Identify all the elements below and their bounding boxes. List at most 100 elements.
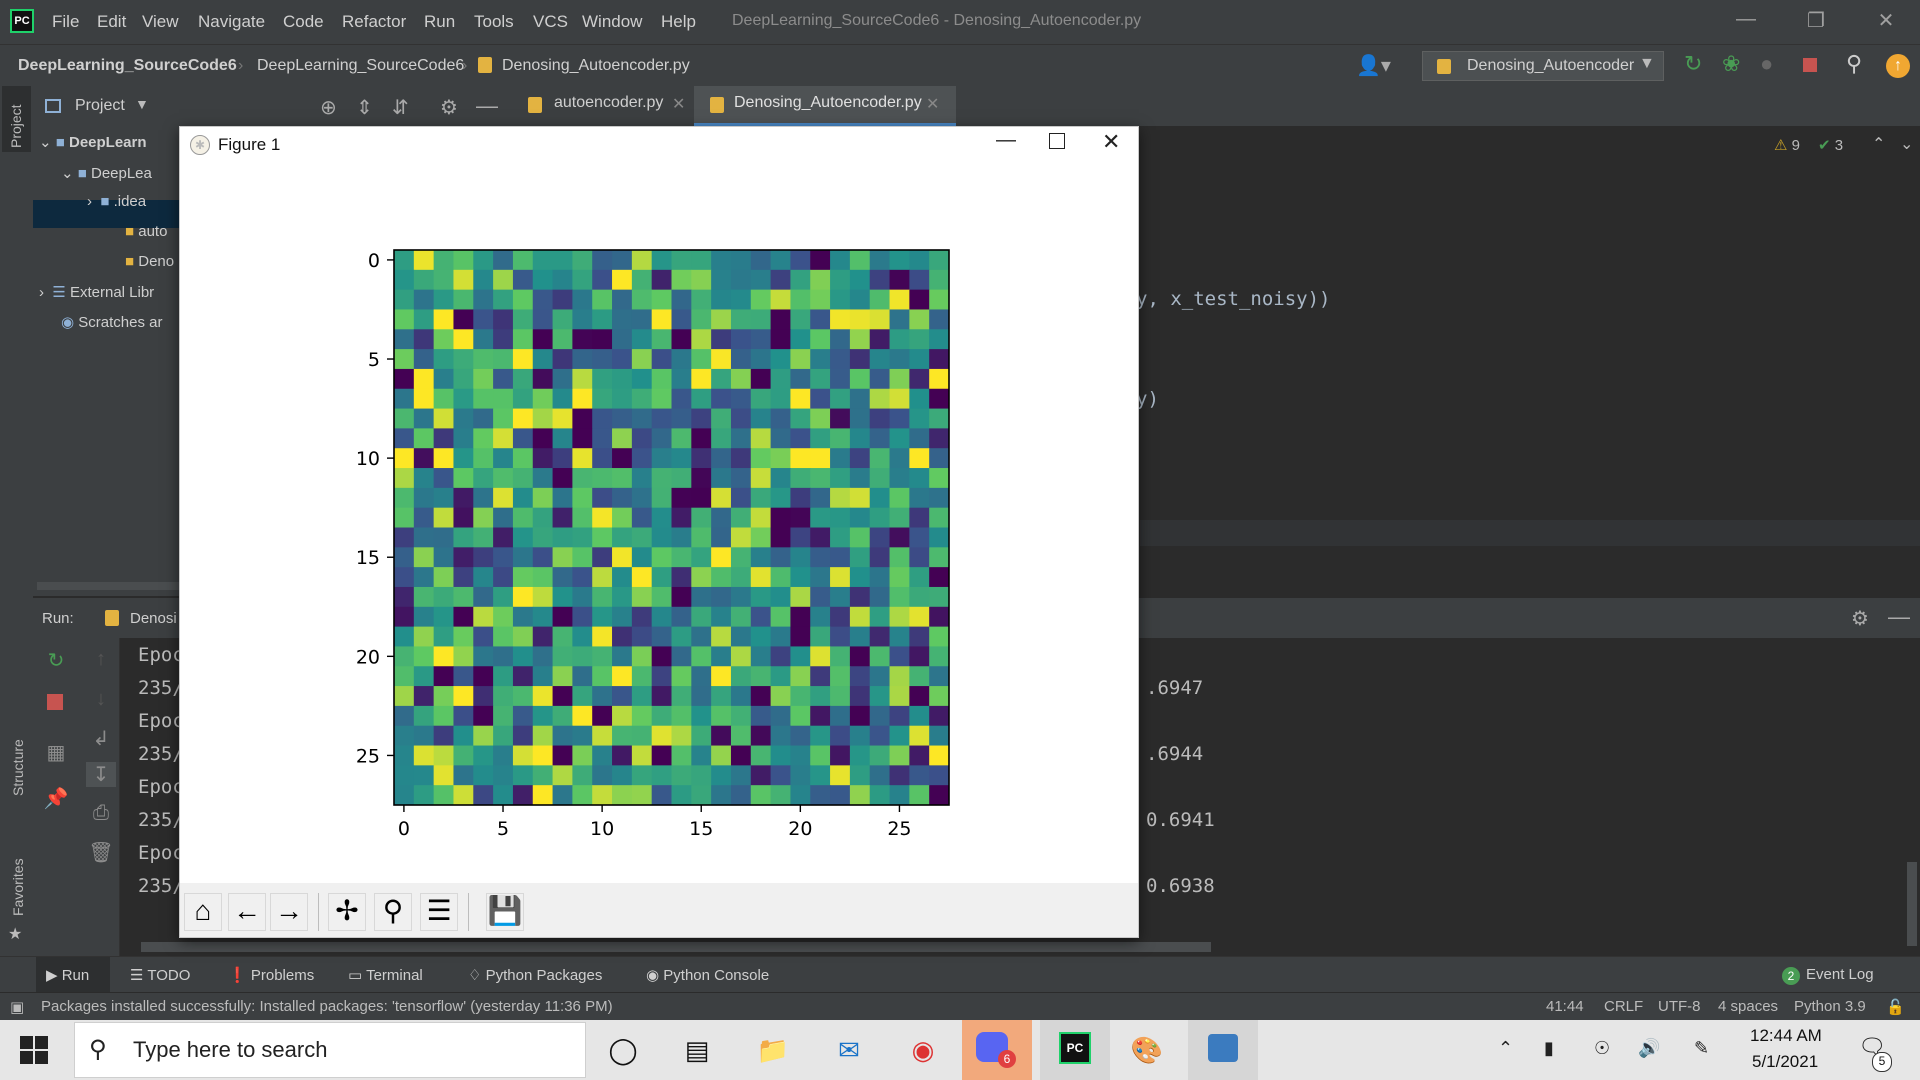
project-tool-tab[interactable]: Project bbox=[8, 104, 24, 148]
tab-todo[interactable]: ☰ TODO bbox=[130, 966, 190, 984]
debug-icon[interactable]: ❀ bbox=[1722, 51, 1740, 77]
rerun-icon[interactable]: ↻ bbox=[41, 648, 71, 673]
menu-navigate[interactable]: Navigate bbox=[198, 12, 265, 32]
search-icon[interactable]: ⚲ bbox=[1846, 51, 1862, 77]
pycharm-taskbar-button[interactable]: PC bbox=[1040, 1020, 1110, 1080]
battery-icon[interactable]: ▮ bbox=[1544, 1038, 1554, 1059]
wifi-icon[interactable]: ☉ bbox=[1594, 1038, 1610, 1059]
chrome-icon[interactable]: ◉ bbox=[902, 1030, 944, 1070]
menu-file[interactable]: File bbox=[52, 12, 79, 32]
menu-edit[interactable]: Edit bbox=[97, 12, 126, 32]
chevron-down-icon[interactable]: ▼ bbox=[135, 96, 149, 112]
heatmap-plot[interactable]: 0 5 10 15 20 25 0 5 10 15 20 25 bbox=[180, 163, 1138, 883]
tree-item-root[interactable]: ⌄ ■ DeepLearn bbox=[39, 133, 147, 151]
zoom-icon[interactable]: ⚲ bbox=[374, 893, 412, 931]
stop-icon[interactable] bbox=[1803, 58, 1817, 72]
tab-python-console[interactable]: ◉ Python Console bbox=[646, 966, 769, 984]
status-layout-icon[interactable]: ▣ bbox=[10, 998, 24, 1016]
lock-icon[interactable]: 🔓 bbox=[1886, 998, 1905, 1016]
configure-subplots-icon[interactable]: ☰ bbox=[420, 893, 458, 931]
tree-item-denosing[interactable]: ■ Deno bbox=[125, 253, 174, 270]
tab-denosing-active[interactable]: Denosing_Autoencoder.py ✕ bbox=[694, 86, 956, 126]
tab-problems[interactable]: ❗ Problems bbox=[228, 966, 314, 984]
run-config-selector[interactable]: Denosing_Autoencoder ▼ bbox=[1422, 51, 1664, 81]
favorites-tool-tab[interactable]: Favorites bbox=[10, 858, 26, 916]
locate-icon[interactable]: ⊕ bbox=[320, 95, 337, 120]
home-icon[interactable]: ⌂ bbox=[184, 893, 222, 931]
editor-horizontal-scrollbar[interactable] bbox=[1140, 520, 1920, 546]
volume-icon[interactable]: 🔊 bbox=[1638, 1038, 1660, 1059]
scroll-to-end-icon[interactable]: ↧ bbox=[86, 762, 116, 787]
menu-vcs[interactable]: VCS bbox=[533, 12, 568, 32]
soft-wrap-icon[interactable]: ↲ bbox=[86, 726, 116, 751]
menu-refactor[interactable]: Refactor bbox=[342, 12, 406, 32]
stop-icon[interactable] bbox=[47, 694, 63, 710]
forward-arrow-icon[interactable]: → bbox=[270, 893, 308, 931]
caret-position[interactable]: 41:44 bbox=[1546, 998, 1584, 1015]
paint-icon[interactable]: 🎨 bbox=[1126, 1030, 1168, 1070]
pin-icon[interactable]: 📌 bbox=[41, 786, 71, 811]
pan-icon[interactable]: ✢ bbox=[328, 893, 366, 931]
line-separator[interactable]: CRLF bbox=[1604, 998, 1643, 1015]
tree-item-idea[interactable]: › ■ .idea bbox=[87, 193, 146, 210]
menu-tools[interactable]: Tools bbox=[474, 12, 514, 32]
breadcrumb-project[interactable]: DeepLearning_SourceCode6 bbox=[18, 57, 237, 75]
mail-icon[interactable]: ✉ bbox=[828, 1030, 870, 1070]
tray-chevron-icon[interactable]: ⌃ bbox=[1498, 1038, 1513, 1059]
windows-start-icon[interactable] bbox=[20, 1036, 48, 1064]
close-tab-icon[interactable]: ✕ bbox=[926, 94, 939, 114]
collapse-all-icon[interactable]: ⇵ bbox=[392, 95, 409, 120]
print-icon[interactable]: ⎙ bbox=[86, 802, 116, 825]
back-arrow-icon[interactable]: ← bbox=[228, 893, 266, 931]
console-horizontal-scrollbar[interactable] bbox=[141, 942, 1211, 952]
tab-python-packages[interactable]: ♢ Python Packages bbox=[468, 966, 602, 984]
tree-item-folder[interactable]: ⌄ ■ DeepLea bbox=[61, 164, 152, 182]
task-view-icon[interactable]: ▤ bbox=[676, 1030, 718, 1070]
layout-icon[interactable]: ▦ bbox=[41, 740, 71, 765]
gear-icon[interactable]: ⚙ bbox=[440, 95, 458, 120]
chevron-down-icon[interactable]: ⌄ bbox=[1900, 134, 1913, 154]
breadcrumb-folder[interactable]: DeepLearning_SourceCode6 bbox=[257, 57, 464, 75]
update-icon[interactable]: ↑ bbox=[1886, 54, 1910, 78]
figure-close-button[interactable]: ✕ bbox=[1102, 129, 1120, 155]
project-view-label[interactable]: Project bbox=[75, 97, 125, 115]
tab-run[interactable]: ▶ Run bbox=[46, 966, 89, 984]
taskbar-date[interactable]: 5/1/2021 bbox=[1752, 1052, 1818, 1072]
expand-all-icon[interactable]: ⇕ bbox=[356, 95, 373, 120]
taskbar-search-box[interactable]: ⚲ Type here to search bbox=[74, 1022, 586, 1078]
menu-help[interactable]: Help bbox=[661, 12, 696, 32]
profile-icon[interactable]: ● bbox=[1760, 51, 1773, 77]
file-explorer-icon[interactable]: 📁 bbox=[752, 1030, 794, 1070]
gear-icon[interactable]: ⚙ bbox=[1851, 606, 1869, 631]
console-vertical-scrollbar[interactable] bbox=[1907, 862, 1917, 946]
restore-button[interactable]: ❐ bbox=[1796, 8, 1836, 33]
hide-panel-icon[interactable]: — bbox=[1888, 604, 1910, 630]
user-icon[interactable]: 👤▾ bbox=[1356, 53, 1391, 78]
cortana-icon[interactable]: ◯ bbox=[602, 1030, 644, 1070]
figure-maximize-button[interactable] bbox=[1049, 133, 1065, 149]
close-button[interactable]: ✕ bbox=[1866, 8, 1906, 33]
run-tab-label[interactable]: Denosi bbox=[130, 610, 177, 627]
tab-autoencoder[interactable]: autoencoder.py bbox=[554, 94, 663, 112]
status-message[interactable]: Packages installed successfully: Install… bbox=[41, 998, 613, 1015]
python-interpreter[interactable]: Python 3.9 bbox=[1794, 998, 1866, 1015]
save-icon[interactable]: 💾 bbox=[486, 893, 524, 931]
chevron-up-icon[interactable]: ⌃ bbox=[1872, 134, 1885, 154]
menu-run[interactable]: Run bbox=[424, 12, 455, 32]
tab-event-log[interactable]: Event Log bbox=[1806, 966, 1874, 983]
tab-terminal[interactable]: ▭ Terminal bbox=[348, 966, 423, 984]
rerun-icon[interactable]: ↻ bbox=[1684, 51, 1702, 77]
menu-window[interactable]: Window bbox=[582, 12, 642, 32]
minimize-button[interactable]: — bbox=[1726, 8, 1766, 31]
structure-tool-tab[interactable]: Structure bbox=[10, 739, 26, 796]
discord-taskbar-button[interactable]: 6 bbox=[962, 1020, 1032, 1080]
breadcrumb-file[interactable]: Denosing_Autoencoder.py bbox=[502, 57, 690, 75]
figure-minimize-button[interactable]: — bbox=[996, 129, 1016, 152]
tree-item-external-libraries[interactable]: › ☰ External Libr bbox=[39, 283, 154, 301]
checks-indicator[interactable]: ✔ 3 bbox=[1818, 136, 1843, 154]
project-scrollbar[interactable] bbox=[37, 582, 180, 590]
tree-item-scratches[interactable]: ◉ Scratches ar bbox=[61, 313, 162, 331]
pen-icon[interactable]: ✎ bbox=[1694, 1038, 1709, 1059]
file-encoding[interactable]: UTF-8 bbox=[1658, 998, 1701, 1015]
tree-item-autoencoder[interactable]: ■ auto bbox=[125, 223, 167, 240]
